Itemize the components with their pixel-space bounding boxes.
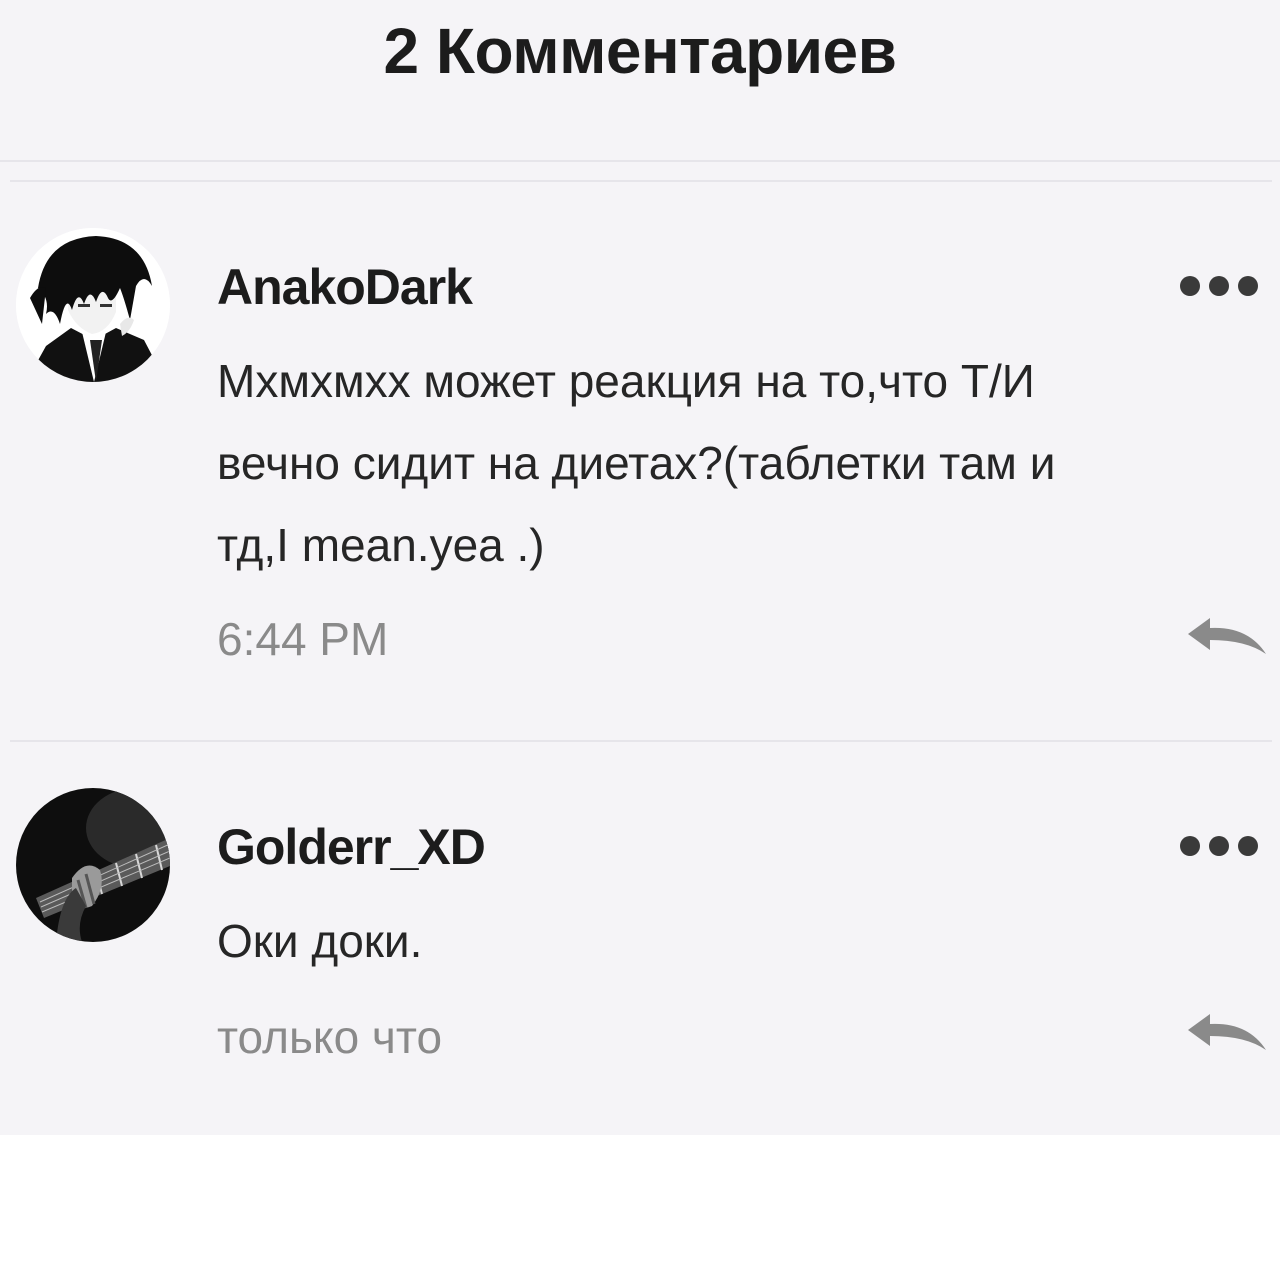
avatar[interactable]: [16, 788, 170, 942]
dark-haired-character-avatar-icon: [16, 228, 170, 382]
comment-username[interactable]: AnakoDark: [217, 258, 473, 316]
comments-header: 2 Комментариев: [0, 0, 1280, 162]
comment-username[interactable]: Golderr_XD: [217, 818, 486, 876]
avatar[interactable]: [16, 228, 170, 382]
reply-icon[interactable]: [1184, 1012, 1268, 1052]
comment-timestamp: только что: [217, 1011, 443, 1063]
comment-text: Мхмхмхх может реакция на то,что Т/И вечн…: [217, 355, 1056, 571]
comment-timestamp: 6:44 PM: [217, 613, 389, 665]
divider: [10, 180, 1272, 182]
comments-screen: 2 Комментариев AnakoDark Мхмхмхх может р…: [0, 0, 1280, 1135]
reply-icon[interactable]: [1184, 616, 1268, 656]
more-options-icon[interactable]: [1180, 274, 1270, 298]
page-title: 2 Комментариев: [383, 15, 897, 87]
comment-text: Оки доки.: [217, 915, 423, 967]
guitar-player-avatar-icon: [16, 788, 170, 942]
more-options-icon[interactable]: [1180, 834, 1270, 858]
divider: [10, 740, 1272, 742]
